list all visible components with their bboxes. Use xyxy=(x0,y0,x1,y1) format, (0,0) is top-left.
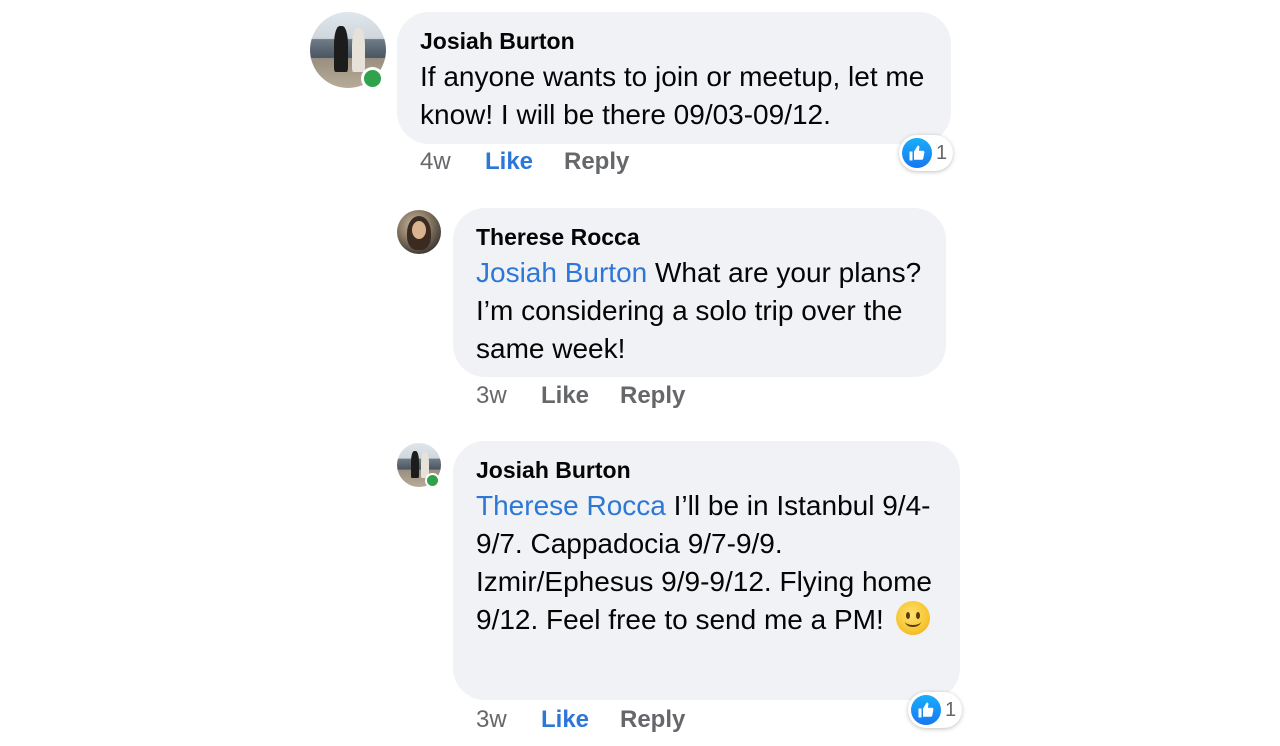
avatar[interactable] xyxy=(310,12,386,90)
comment-time[interactable]: 3w xyxy=(476,382,507,410)
like-button[interactable]: Like xyxy=(541,706,589,734)
comment-text: Josiah Burton What are your plans? I’m c… xyxy=(476,254,936,368)
mention-link[interactable]: Therese Rocca xyxy=(476,490,666,521)
comment-time[interactable]: 4w xyxy=(420,148,451,176)
comment-actions: 3w Like Reply xyxy=(476,706,776,736)
comment-author[interactable]: Therese Rocca xyxy=(476,224,640,251)
comment-actions: 3w Like Reply xyxy=(476,382,776,412)
avatar[interactable] xyxy=(397,210,441,254)
comment-time[interactable]: 3w xyxy=(476,706,507,734)
emoji-mouth xyxy=(904,616,921,627)
comment-text: If anyone wants to join or meetup, let m… xyxy=(420,61,925,130)
thumbs-up-icon xyxy=(902,138,932,168)
avatar-figure xyxy=(411,451,419,478)
avatar-figure xyxy=(334,26,348,72)
reply-button[interactable]: Reply xyxy=(564,148,629,176)
online-status-dot xyxy=(425,473,440,488)
online-status-dot xyxy=(361,67,384,90)
avatar-face xyxy=(412,221,426,239)
reaction-count: 1 xyxy=(945,698,957,721)
comment-author[interactable]: Josiah Burton xyxy=(420,28,575,55)
reaction-summary[interactable]: 1 xyxy=(908,692,963,728)
comment-actions: 4w Like Reply xyxy=(420,148,720,178)
thumbs-up-icon xyxy=(911,695,941,725)
reaction-summary[interactable]: 1 xyxy=(899,135,954,171)
comment-text: Therese Rocca I’ll be in Istanbul 9/4-9/… xyxy=(476,487,946,639)
reaction-count: 1 xyxy=(936,141,948,164)
mention-link[interactable]: Josiah Burton xyxy=(476,257,647,288)
avatar[interactable] xyxy=(397,443,441,488)
like-button[interactable]: Like xyxy=(485,148,533,176)
like-button[interactable]: Like xyxy=(541,382,589,410)
comment-author[interactable]: Josiah Burton xyxy=(476,457,631,484)
avatar-figure xyxy=(352,28,365,72)
reply-button[interactable]: Reply xyxy=(620,382,685,410)
reply-button[interactable]: Reply xyxy=(620,706,685,734)
slightly-smiling-face-icon xyxy=(895,601,930,635)
